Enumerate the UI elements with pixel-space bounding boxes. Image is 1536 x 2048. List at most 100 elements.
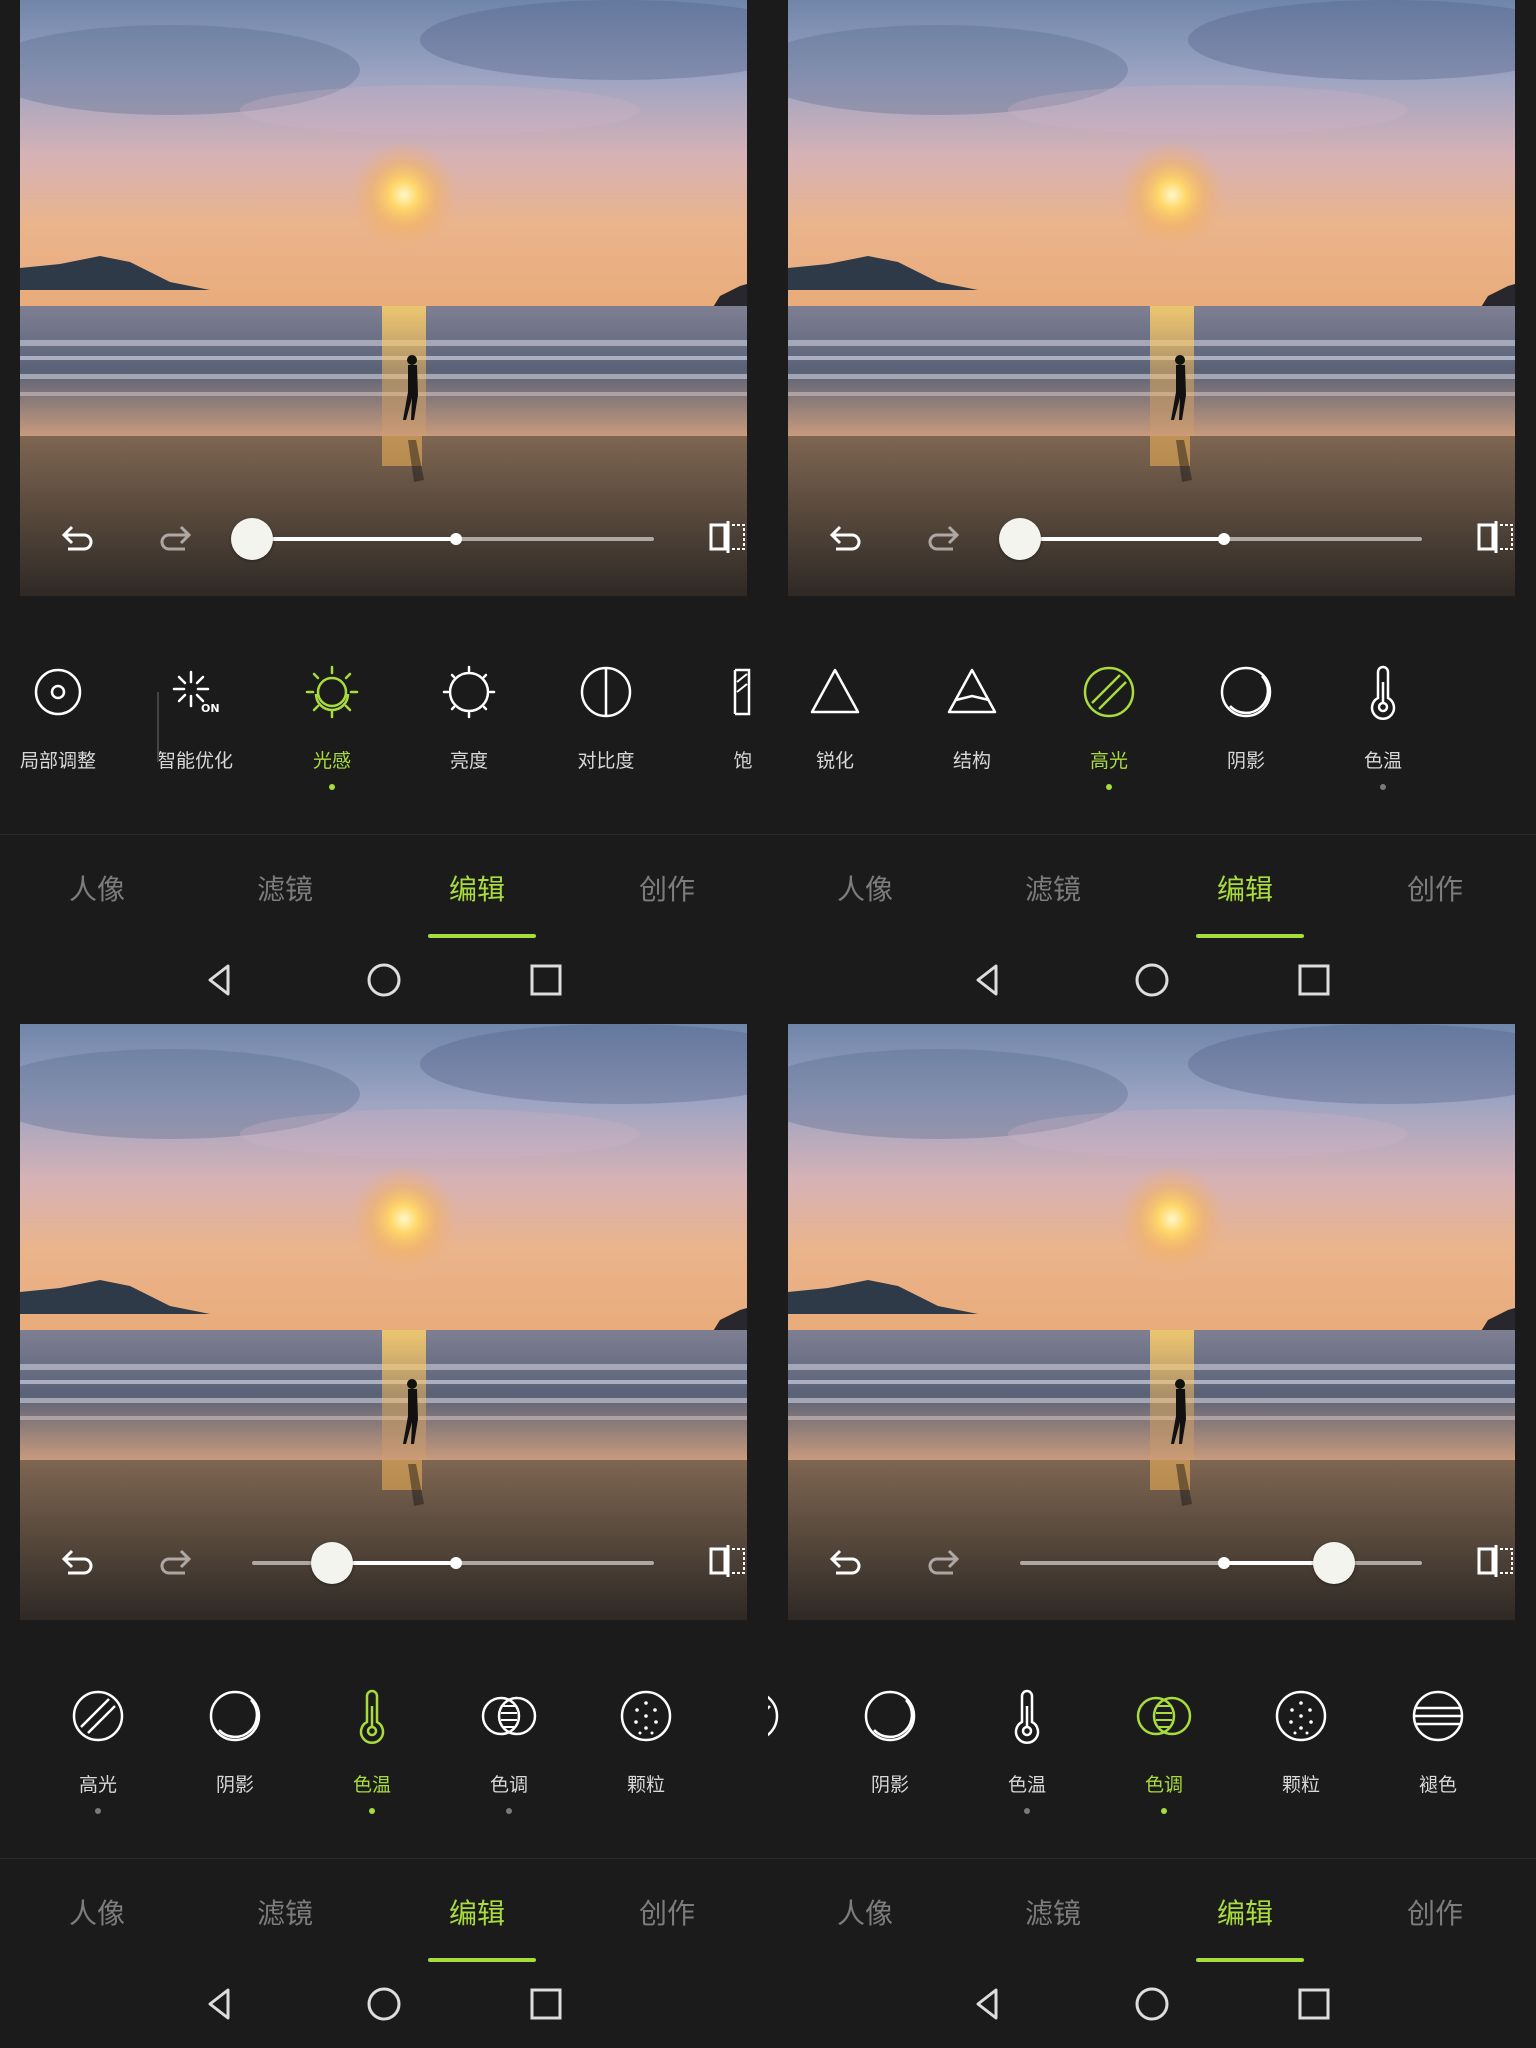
tab-0[interactable]: 人像 xyxy=(790,1892,940,1932)
tool-item[interactable]: 色调 xyxy=(1104,1674,1224,1824)
tab-1[interactable]: 滤镜 xyxy=(978,1892,1128,1932)
tool-item[interactable]: 饱 xyxy=(683,650,768,800)
tab-1[interactable]: 滤镜 xyxy=(210,1892,360,1932)
home-circle-icon xyxy=(367,1987,401,2021)
slider-knob[interactable] xyxy=(999,518,1041,560)
nav-home-button[interactable] xyxy=(1132,960,1172,1000)
nav-recent-button[interactable] xyxy=(1294,960,1334,1000)
adjustment-tool-strip[interactable]: 高光 阴影 色温 色调 颗粒 xyxy=(0,1674,768,1824)
undo-button[interactable] xyxy=(826,1541,866,1581)
contrast-icon xyxy=(580,666,632,718)
adjustment-tool-strip[interactable]: 局部调整 ON 智能优化 光感 亮度 对比度 饱 xyxy=(0,650,768,800)
tool-label: 光 xyxy=(768,1770,813,1797)
recent-square-icon xyxy=(530,964,562,996)
undo-icon xyxy=(829,1549,861,1575)
tab-3[interactable]: 创作 xyxy=(1360,868,1510,908)
photo-preview xyxy=(20,1024,747,1620)
compare-button[interactable] xyxy=(1476,1541,1515,1581)
tool-item[interactable]: 颗粒 xyxy=(1241,1674,1361,1824)
tool-item[interactable]: 结构 xyxy=(912,650,1032,800)
adjusted-indicator-dot xyxy=(1380,784,1386,790)
nav-back-button[interactable] xyxy=(968,960,1008,1000)
redo-button[interactable] xyxy=(155,1541,195,1581)
redo-button[interactable] xyxy=(155,517,195,557)
tab-3[interactable]: 创作 xyxy=(1360,1892,1510,1932)
compare-icon xyxy=(1477,1545,1513,1577)
target-icon xyxy=(34,668,82,716)
tab-2[interactable]: 编辑 xyxy=(402,868,552,908)
slider-center-mark xyxy=(450,533,462,545)
adjustment-slider[interactable] xyxy=(1020,1542,1422,1584)
tool-item[interactable]: 高光 xyxy=(38,1674,158,1824)
tool-item[interactable]: 阴影 xyxy=(830,1674,950,1824)
undo-button[interactable] xyxy=(58,1541,98,1581)
adjusted-indicator-dot xyxy=(95,1808,101,1814)
tool-item[interactable]: 光感 xyxy=(272,650,392,800)
nav-back-button[interactable] xyxy=(200,960,240,1000)
tool-label: 亮度 xyxy=(449,750,488,772)
tool-item[interactable]: 局部调整 xyxy=(0,650,118,800)
tab-0[interactable]: 人像 xyxy=(790,868,940,908)
adjustment-tool-strip[interactable]: 光 阴影 色温 色调 颗粒 褪色 xyxy=(768,1674,1536,1824)
back-triangle-icon xyxy=(976,1988,998,2020)
tab-1[interactable]: 滤镜 xyxy=(210,868,360,908)
redo-button[interactable] xyxy=(923,1541,963,1581)
slider-knob[interactable] xyxy=(231,518,273,560)
tool-item[interactable]: 阴影 xyxy=(1186,650,1306,800)
tab-3[interactable]: 创作 xyxy=(592,868,742,908)
back-triangle-icon xyxy=(976,964,998,996)
tab-2[interactable]: 编辑 xyxy=(402,1892,552,1932)
tool-item[interactable]: 亮度 xyxy=(409,650,529,800)
system-nav-bar xyxy=(0,950,768,1010)
undo-button[interactable] xyxy=(58,517,98,557)
editor-screen-1: 局部调整 ON 智能优化 光感 亮度 对比度 饱人像 滤镜 编辑 创作 xyxy=(0,0,768,1024)
active-tab-underline xyxy=(428,1958,536,1962)
tool-item[interactable]: 色温 xyxy=(967,1674,1087,1824)
tool-item[interactable]: 阴影 xyxy=(175,1674,295,1824)
tab-1[interactable]: 滤镜 xyxy=(978,868,1128,908)
tool-item[interactable]: 颗粒 xyxy=(586,1674,706,1824)
nav-recent-button[interactable] xyxy=(526,960,566,1000)
thermometer-icon xyxy=(1014,1689,1040,1745)
compare-button[interactable] xyxy=(1476,517,1515,557)
saturation-icon xyxy=(733,668,751,716)
tool-item[interactable]: 褪色 xyxy=(1378,1674,1498,1824)
tool-item[interactable]: 色温 xyxy=(1323,650,1443,800)
adjustment-slider[interactable] xyxy=(231,518,654,560)
sharpen-triangle-icon xyxy=(810,668,860,714)
tab-3[interactable]: 创作 xyxy=(592,1892,742,1932)
recent-square-icon xyxy=(1298,964,1330,996)
tool-item[interactable]: ON 智能优化 xyxy=(135,650,255,800)
structure-triangle-icon xyxy=(947,668,997,714)
tool-item[interactable]: 锐化 xyxy=(775,650,895,800)
nav-back-button[interactable] xyxy=(968,1984,1008,2024)
tool-item[interactable]: 高光 xyxy=(1049,650,1169,800)
nav-home-button[interactable] xyxy=(1132,1984,1172,2024)
nav-home-button[interactable] xyxy=(364,1984,404,2024)
adjustment-slider[interactable] xyxy=(999,518,1422,560)
compare-button[interactable] xyxy=(708,517,747,557)
tab-2[interactable]: 编辑 xyxy=(1170,868,1320,908)
adjustment-slider[interactable] xyxy=(252,1542,654,1584)
tool-item[interactable]: 色温 xyxy=(312,1674,432,1824)
tint-rings-icon xyxy=(1136,1696,1192,1736)
grain-icon xyxy=(1275,1690,1327,1742)
slider-knob[interactable] xyxy=(1312,1542,1355,1584)
nav-home-button[interactable] xyxy=(364,960,404,1000)
undo-button[interactable] xyxy=(826,517,866,557)
compare-button[interactable] xyxy=(708,1541,747,1581)
tab-0[interactable]: 人像 xyxy=(22,868,172,908)
adjustment-tool-strip[interactable]: 锐化 结构 高光 阴影 色温 xyxy=(768,650,1536,800)
active-tab-underline xyxy=(1196,934,1304,938)
shadows-icon xyxy=(209,1690,261,1742)
tab-2[interactable]: 编辑 xyxy=(1170,1892,1320,1932)
nav-recent-button[interactable] xyxy=(526,1984,566,2024)
nav-back-button[interactable] xyxy=(200,1984,240,2024)
tab-0[interactable]: 人像 xyxy=(22,1892,172,1932)
nav-recent-button[interactable] xyxy=(1294,1984,1334,2024)
tool-item[interactable]: 对比度 xyxy=(546,650,666,800)
tool-item[interactable]: 色调 xyxy=(449,1674,569,1824)
tool-item[interactable]: 光 xyxy=(768,1674,813,1824)
redo-icon xyxy=(928,525,960,551)
redo-button[interactable] xyxy=(923,517,963,557)
